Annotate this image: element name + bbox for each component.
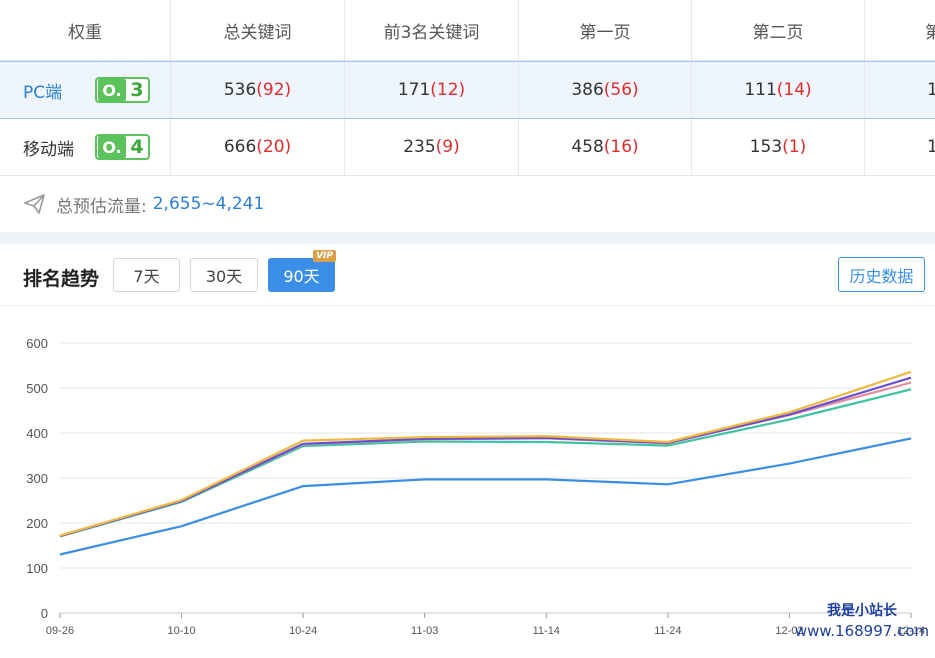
table-cell[interactable]: 666 (20) bbox=[171, 119, 345, 175]
series-line-1 bbox=[59, 388, 912, 538]
series-line-4 bbox=[59, 370, 912, 537]
header-weight: 权重 bbox=[0, 0, 171, 60]
range-90d-button[interactable]: 90天 VIP bbox=[268, 250, 336, 292]
vip-badge: VIP bbox=[313, 250, 336, 262]
table-cell[interactable]: 171 (12) bbox=[345, 62, 519, 118]
y-tick-label: 500 bbox=[26, 381, 48, 396]
range-30d-button[interactable]: 30天 bbox=[190, 258, 258, 292]
weight-badge-pc: O. 3 bbox=[95, 77, 150, 103]
watermark-url: www.168997.com bbox=[794, 622, 930, 640]
table-cell[interactable]: 386 (56) bbox=[519, 62, 692, 118]
table-row-mobile[interactable]: 移动端 O. 4 666 (20) 235 (9) 458 (16) 153 (1) 1 bbox=[0, 119, 935, 176]
series-line-2 bbox=[59, 381, 912, 538]
table-cell[interactable]: 458 (16) bbox=[519, 119, 692, 175]
weight-badge-mobile: O. 4 bbox=[95, 134, 150, 160]
row-label-mobile[interactable]: 移动端 O. 4 bbox=[0, 119, 171, 175]
weight-value: 3 bbox=[130, 79, 144, 101]
trend-toolbar: 排名趋势 7天 30天 90天 VIP 历史数据 bbox=[0, 244, 935, 306]
header-total-keywords: 总关键词 bbox=[171, 0, 345, 60]
weight-logo-icon: O. bbox=[98, 136, 126, 158]
table-cell[interactable]: 536 (92) bbox=[171, 62, 345, 118]
pc-label[interactable]: PC端 bbox=[23, 78, 62, 103]
x-tick-label: 11-03 bbox=[411, 625, 438, 637]
weight-logo-icon: O. bbox=[98, 79, 126, 101]
header-top3-keywords: 前3名关键词 bbox=[345, 0, 519, 60]
table-cell[interactable]: 111 (14) bbox=[692, 62, 865, 118]
range-90d-label: 90天 bbox=[283, 267, 320, 286]
traffic-label: 总预估流量: bbox=[56, 196, 147, 217]
header-page-two: 第二页 bbox=[692, 0, 865, 60]
table-cell[interactable]: 235 (9) bbox=[345, 119, 519, 175]
table-header-row: 权重 总关键词 前3名关键词 第一页 第二页 第 bbox=[0, 0, 935, 61]
x-tick-label: 10-24 bbox=[289, 625, 317, 637]
table-cell[interactable]: 1 bbox=[865, 119, 935, 175]
traffic-value: 2,655~4,241 bbox=[152, 194, 265, 214]
y-tick-label: 100 bbox=[26, 561, 48, 576]
watermark-title: 我是小站长 bbox=[827, 603, 897, 619]
trend-title: 排名趋势 bbox=[23, 268, 100, 290]
x-tick-label: 09-26 bbox=[46, 625, 74, 637]
x-tick-label: 11-14 bbox=[533, 625, 560, 637]
range-7d-button[interactable]: 7天 bbox=[113, 258, 180, 292]
history-data-button[interactable]: 历史数据 bbox=[838, 257, 925, 292]
x-tick-label: 11-24 bbox=[654, 625, 681, 637]
traffic-estimate: 总预估流量: 2,655~4,241 bbox=[0, 176, 935, 232]
paper-plane-icon bbox=[24, 194, 45, 214]
table-row-pc[interactable]: PC端 O. 3 536 (92) 171 (12) 386 (56) 111 (14)… bbox=[0, 61, 935, 119]
row-label-pc[interactable]: PC端 O. 3 bbox=[0, 62, 171, 118]
watermark: 我是小站长 www.168997.com bbox=[789, 600, 935, 640]
x-tick-label: 10-10 bbox=[168, 625, 196, 637]
y-tick-label: 400 bbox=[26, 426, 48, 441]
section-divider bbox=[0, 232, 935, 244]
header-page-one: 第一页 bbox=[519, 0, 692, 60]
header-page-three: 第 bbox=[925, 22, 935, 43]
y-tick-label: 300 bbox=[26, 471, 48, 486]
y-tick-label: 600 bbox=[26, 336, 48, 351]
weight-value: 4 bbox=[130, 136, 144, 158]
series-line-3 bbox=[59, 376, 912, 538]
table-cell[interactable]: 1 bbox=[865, 62, 935, 118]
y-tick-label: 200 bbox=[26, 516, 48, 531]
mobile-label[interactable]: 移动端 bbox=[23, 135, 74, 160]
table-cell[interactable]: 153 (1) bbox=[692, 119, 865, 175]
y-tick-label: 0 bbox=[41, 606, 48, 621]
